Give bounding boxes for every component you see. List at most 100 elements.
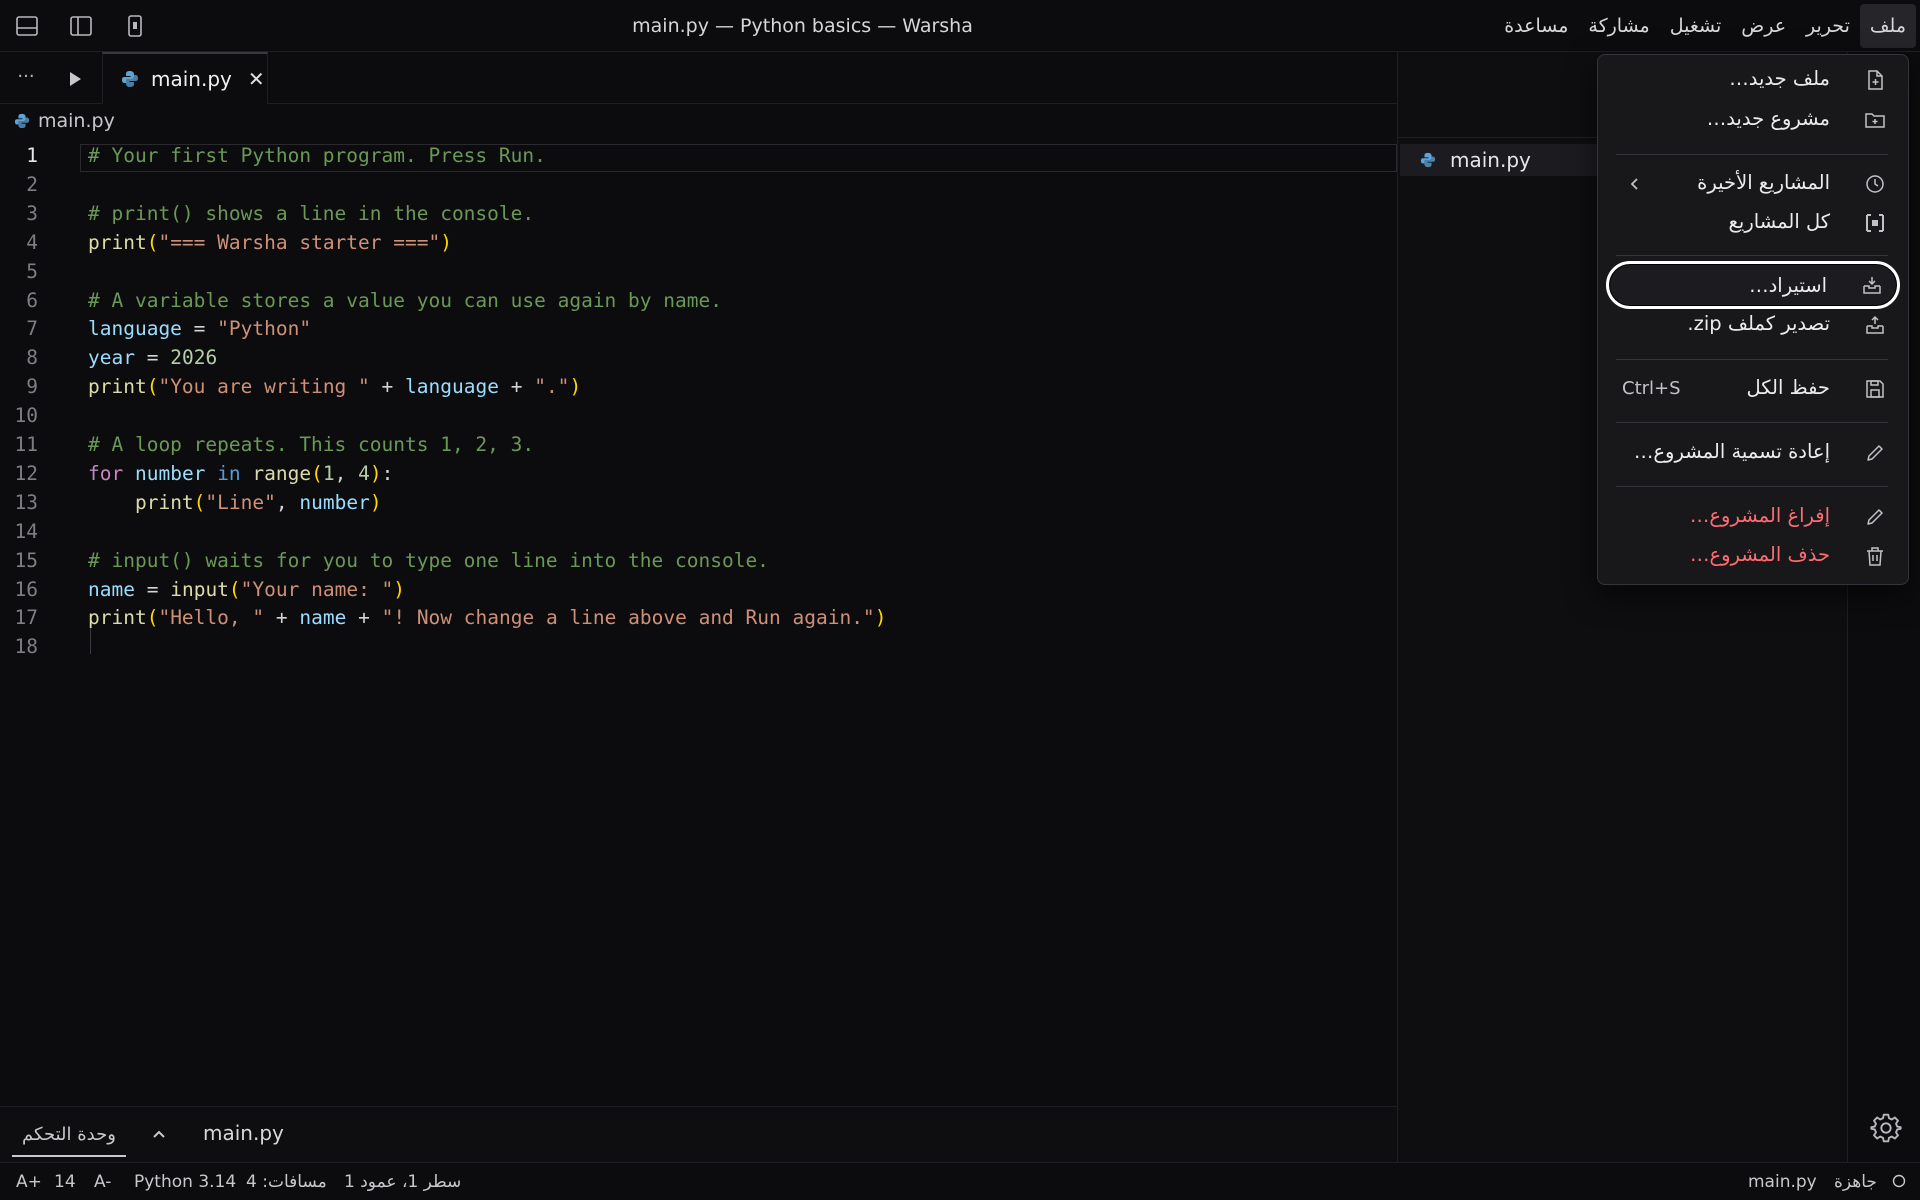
menu-view[interactable]: عرض	[1731, 4, 1796, 48]
menu-item-label: تصدير كملف zip.	[1687, 312, 1830, 335]
line-number: 18	[14, 635, 38, 659]
editor-tabs: ··· main.py ✕	[0, 52, 1397, 104]
code-line[interactable]: 3 # print() shows a line in the console.	[0, 200, 1397, 229]
code-text: print("Line", number)	[134, 490, 382, 514]
code-line[interactable]: 6 # A variable stores a value you can use…	[0, 287, 1397, 316]
font-increase-button[interactable]: A+	[16, 1172, 42, 1192]
eraser-icon	[1864, 506, 1886, 528]
menu-bar: ملف تحرير عرض تشغيل مشاركة مساعدة	[1494, 0, 1920, 52]
code-line[interactable]: 5	[0, 258, 1397, 287]
more-actions-icon[interactable]: ···	[12, 66, 40, 90]
code-line[interactable]: 8 year = 2026	[0, 344, 1397, 373]
menu-item-new-project[interactable]: مشروع جديد…	[1606, 101, 1900, 139]
menu-item-label: مشروع جديد…	[1706, 107, 1830, 130]
cursor-position[interactable]: سطر 1، عمود 1	[344, 1172, 461, 1192]
font-size-value: 14	[54, 1172, 76, 1192]
menu-item-delete-project[interactable]: حذف المشروع…	[1606, 537, 1900, 575]
status-circle-icon	[1892, 1174, 1906, 1188]
line-number: 13	[14, 490, 38, 514]
line-number: 8	[26, 346, 38, 370]
menu-item-empty-project[interactable]: إفراغ المشروع…	[1606, 498, 1900, 536]
tab-main-py[interactable]: main.py ✕	[102, 52, 268, 104]
spaces-indicator[interactable]: مسافات: 4	[246, 1172, 327, 1192]
code-line[interactable]: 15 # input() waits for you to type one li…	[0, 547, 1397, 576]
gear-icon[interactable]	[1870, 1112, 1902, 1144]
code-line[interactable]: 11 # A loop repeats. This counts 1, 2, 3.	[0, 431, 1397, 460]
run-icon[interactable]	[64, 68, 86, 90]
new-file-icon	[1864, 69, 1886, 91]
menu-item-rename-project[interactable]: إعادة تسمية المشروع…	[1606, 434, 1900, 472]
window-title: main.py — Python basics — Warsha	[632, 15, 973, 37]
code-line[interactable]: 17 print("Hello, " + name + "! Now change…	[0, 604, 1397, 633]
file-menu-dropdown: ملف جديد… مشروع جديد… المشاريع الأخيرة كل ا…	[1597, 54, 1909, 585]
code-text: # A variable stores a value you can use …	[88, 288, 722, 312]
code-editor[interactable]: 1 # Your first Python program. Press Run.…	[0, 142, 1397, 1102]
code-line[interactable]: 9 print("You are writing " + language + "…	[0, 373, 1397, 402]
code-line[interactable]: 4 print("=== Warsha starter ===")	[0, 229, 1397, 258]
line-number: 16	[14, 577, 38, 601]
code-text: for number in range(1, 4):	[88, 461, 394, 485]
code-line[interactable]: 12 for number in range(1, 4):	[0, 460, 1397, 489]
menu-item-label: ملف جديد…	[1729, 67, 1830, 90]
clock-icon	[1864, 173, 1886, 195]
code-line[interactable]: 1 # Your first Python program. Press Run.	[0, 142, 1397, 171]
menu-item-label: استيراد…	[1749, 274, 1827, 297]
menu-item-all-projects[interactable]: كل المشاريع	[1606, 204, 1900, 242]
code-line[interactable]: 18	[0, 633, 1397, 662]
code-line[interactable]: 7 language = "Python"	[0, 315, 1397, 344]
menu-item-save-all[interactable]: حفظ الكل Ctrl+S	[1606, 370, 1900, 408]
breadcrumb-file[interactable]: main.py	[38, 110, 115, 132]
menu-item-import[interactable]: استيراد…	[1606, 261, 1900, 309]
menu-help[interactable]: مساعدة	[1494, 4, 1578, 48]
code-line[interactable]: 2	[0, 171, 1397, 200]
code-text: # input() waits for you to type one line…	[88, 548, 769, 572]
bottom-panel: وحدة التحكم main.py	[0, 1106, 1397, 1162]
python-file-icon	[14, 113, 30, 129]
code-text: # A loop repeats. This counts 1, 2, 3.	[88, 433, 535, 456]
code-line[interactable]: 16 name = input("Your name: ")	[0, 576, 1397, 605]
menu-item-label: المشاريع الأخيرة	[1697, 171, 1830, 194]
line-number: 12	[14, 461, 38, 485]
trash-icon	[1864, 545, 1886, 567]
code-line[interactable]: 10	[0, 402, 1397, 431]
status-file: main.py	[1748, 1172, 1817, 1192]
menu-separator	[1616, 422, 1888, 423]
menu-item-label: حفظ الكل	[1746, 376, 1830, 399]
code-line[interactable]: 14	[0, 518, 1397, 547]
code-text: name = input("Your name: ")	[88, 577, 406, 601]
panel-file-label: main.py	[203, 1121, 284, 1145]
menu-item-new-file[interactable]: ملف جديد…	[1606, 61, 1900, 99]
chevron-up-icon[interactable]	[148, 1123, 170, 1145]
menu-run[interactable]: تشغيل	[1660, 4, 1732, 48]
explorer-item-label: main.py	[1450, 148, 1531, 172]
font-decrease-button[interactable]: A-	[94, 1172, 111, 1192]
import-icon	[1861, 274, 1883, 296]
python-file-icon	[121, 70, 139, 88]
code-text: print("Hello, " + name + "! Now change a…	[88, 606, 887, 630]
code-text: print("You are writing " + language + ".…	[88, 375, 582, 399]
menu-item-recent-projects[interactable]: المشاريع الأخيرة	[1606, 165, 1900, 203]
menu-file[interactable]: ملف	[1859, 4, 1916, 48]
breadcrumb: main.py	[14, 108, 115, 134]
code-text: print("=== Warsha starter ===")	[88, 230, 452, 254]
tab-console[interactable]: وحدة التحكم	[12, 1115, 126, 1157]
line-number: 17	[14, 606, 38, 630]
menu-item-label: إعادة تسمية المشروع…	[1633, 440, 1830, 463]
menu-separator	[1616, 255, 1888, 256]
menu-separator	[1616, 154, 1888, 155]
line-number: 1	[26, 144, 38, 167]
code-text: # print() shows a line in the console.	[88, 201, 535, 225]
python-file-icon	[1420, 152, 1436, 168]
language-indicator[interactable]: Python 3.14	[134, 1172, 236, 1192]
close-tab-icon[interactable]: ✕	[248, 69, 265, 89]
menu-edit[interactable]: تحرير	[1796, 4, 1860, 48]
ready-status: جاهزة	[1834, 1172, 1877, 1192]
code-line[interactable]: 13 print("Line", number)	[0, 489, 1397, 518]
export-icon	[1864, 314, 1886, 336]
menu-item-export-zip[interactable]: تصدير كملف zip.	[1606, 306, 1900, 344]
menu-share[interactable]: مشاركة	[1578, 4, 1659, 48]
menu-item-label: كل المشاريع	[1728, 210, 1830, 233]
new-folder-icon	[1864, 109, 1886, 131]
line-number: 6	[26, 288, 38, 312]
menu-separator	[1616, 486, 1888, 487]
